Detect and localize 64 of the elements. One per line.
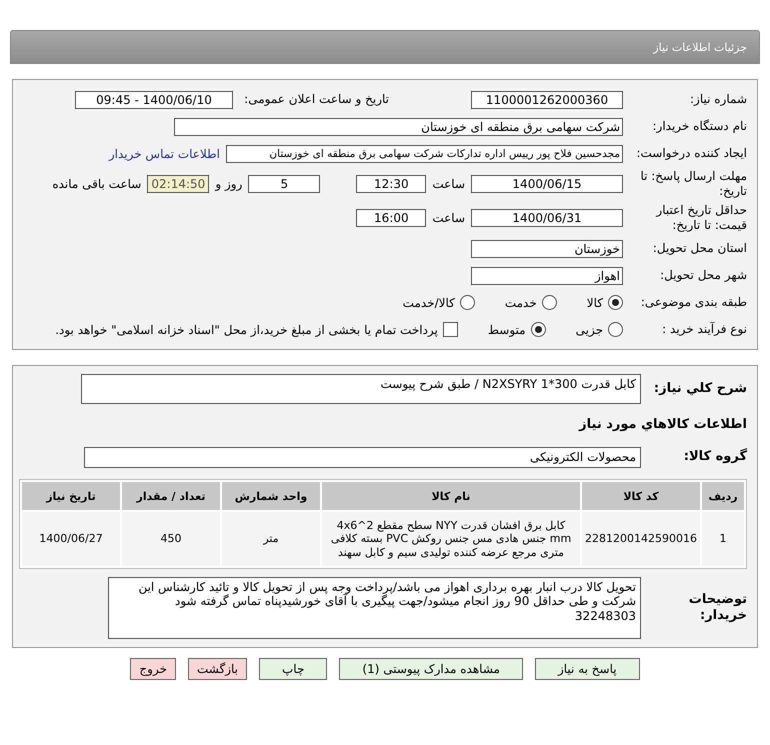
table-cell: کابل برق افشان قدرت NYY سطح مقطع 2^4x6 mm جنس هادی مس جنس روکش PVC بسته کلافی متری مرجع عرضه کننده تولیدی سیم و کابل سهند <box>322 512 580 566</box>
table-cell: متر <box>222 512 320 566</box>
action-button[interactable]: خروج <box>130 658 176 680</box>
column-header: نام کالا <box>322 482 580 510</box>
field-label: ساعت <box>432 177 465 191</box>
action-button[interactable]: پاسخ به نیاز <box>534 658 640 680</box>
radio-button[interactable] <box>460 295 475 310</box>
radio-button[interactable] <box>608 295 623 310</box>
radio-label: کالا <box>586 296 603 310</box>
column-header: کد کالا <box>582 482 700 510</box>
column-header: واحد شمارش <box>222 482 320 510</box>
column-header: تاریخ نیاز <box>22 482 120 510</box>
requester-field: مجدحسین فلاح پور رییس اداره تدارکات شرکت سهامی برق منطقه ای خوزستان <box>226 144 623 162</box>
radio-label: متوسط <box>488 322 526 336</box>
buyer-contact-link[interactable]: اطلاعات تماس خریدار <box>108 146 220 160</box>
field-label: ساعت باقی مانده <box>52 177 142 191</box>
radio-button[interactable] <box>542 295 557 310</box>
validity-time-field: 16:00 <box>356 209 426 227</box>
field-label: توضیحات خریدار: <box>688 592 747 624</box>
field-label: نوع فرآیند خرید : <box>661 322 747 337</box>
table-cell: 1 <box>702 512 744 566</box>
field-label: تاریخ و ساعت اعلان عمومی: <box>243 92 389 107</box>
field-label: شهر محل تحویل: <box>659 268 747 283</box>
buyer-notes-box: تحویل کالا درب انبار بهره برداری اهواز می باشد/پرداخت وجه پس از تحویل کالا و تائید کارشناس این شرکت و طی حداقل 90 روز انجام میشود/جهت پیگیری با آقای خورشیدپناه تماس گرفته شود 32248303 <box>108 577 641 639</box>
action-button[interactable]: چاپ <box>259 658 328 680</box>
days-field: 5 <box>248 175 320 193</box>
action-button[interactable]: مشاهده مدارک پیوستی (1) <box>339 658 523 680</box>
table-cell: 1400/06/27 <box>22 512 120 566</box>
checkbox[interactable] <box>442 322 458 337</box>
remaining-time-field: 02:14:50 <box>147 175 210 193</box>
field-label: گروه کالا: <box>682 449 747 466</box>
radio-button[interactable] <box>608 322 623 337</box>
goods-group-field: محصولات الکترونیکی <box>84 447 641 468</box>
column-header: ردیف <box>702 482 744 510</box>
validity-date-field: 1400/06/31 <box>471 209 623 227</box>
field-label: حداقل تاریخ اعتبار قیمت: تا تاریخ: <box>654 203 747 233</box>
field-label: روز و <box>215 177 242 191</box>
action-button[interactable]: بازگشت <box>188 658 247 680</box>
page-title: جزئیات اطلاعات نیاز <box>653 40 747 54</box>
field-label: نام دستگاه خریدار: <box>652 119 747 134</box>
radio-button[interactable] <box>530 322 546 337</box>
column-header: تعداد / مقدار <box>122 482 220 510</box>
city-field: اهواز <box>471 266 623 284</box>
field-label: شماره نیاز: <box>689 92 747 107</box>
field-label: استان محل تحویل: <box>652 241 747 256</box>
field-label: شرح کلي نياز: <box>652 380 747 398</box>
radio-label: جزیی <box>576 322 603 336</box>
deadline-time-field: 12:30 <box>356 175 426 193</box>
deadline-date-field: 1400/06/15 <box>471 175 623 193</box>
radio-label: خدمت <box>504 296 537 310</box>
field-label: ایجاد کننده درخواست: <box>635 146 747 161</box>
field-label: طبقه بندی موضوعی: <box>640 295 747 310</box>
need-number-field: 1100001262000360 <box>471 90 623 108</box>
province-field: خوزستان <box>471 240 623 258</box>
announce-date-field: 1400/06/10 - 09:45 <box>75 90 233 108</box>
table-cell: 2281200142590016 <box>582 512 700 566</box>
description-box: کابل قدرت N2XSYRY 1*300 / طبق شرح پیوست <box>81 374 641 404</box>
table-cell: 450 <box>122 512 220 566</box>
buyer-field: شرکت سهامی برق منطقه ای خوزستان <box>174 118 623 136</box>
field-label: اطلاعات کالاهاي مورد نياز <box>578 416 747 434</box>
checkbox-label: پرداخت تمام یا بخشی از مبلغ خرید،از محل "اسناد خزانه اسلامی" خواهد بود. <box>55 322 438 336</box>
field-label: ساعت <box>432 211 465 225</box>
field-label: مهلت ارسال پاسخ: تا تاریخ: <box>639 169 747 199</box>
radio-label: کالا/خدمت <box>402 296 455 310</box>
